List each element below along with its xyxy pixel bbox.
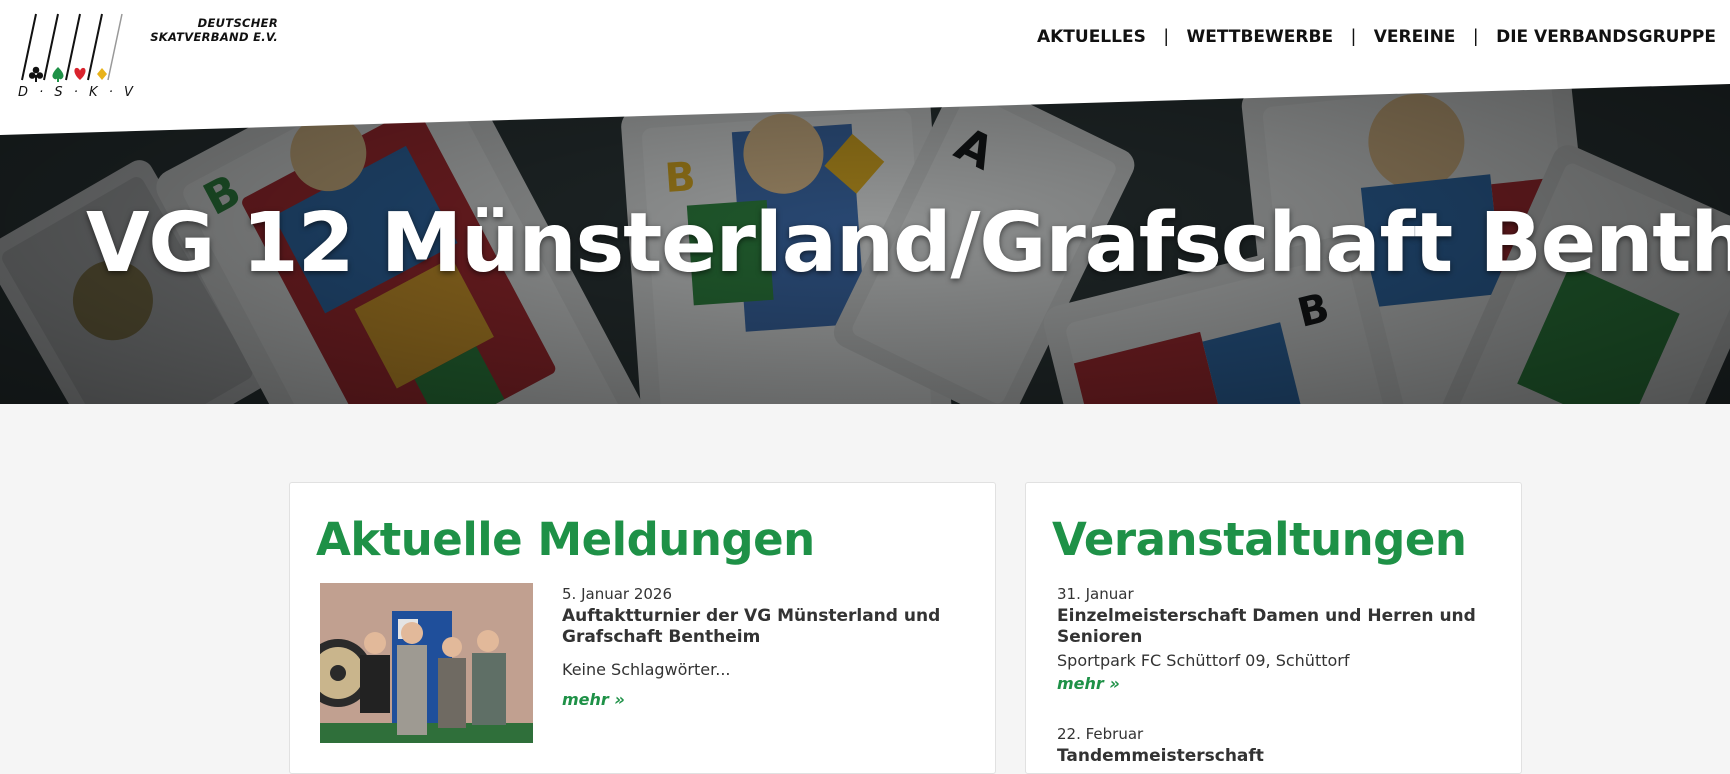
nav-item-aktuelles[interactable]: AKTUELLES	[1037, 27, 1146, 47]
event-date: 22. Februar	[1057, 725, 1144, 743]
news-photo[interactable]	[320, 583, 533, 743]
news-card: Aktuelle Meldungen 5. Januar 2026 Auftak…	[289, 482, 996, 774]
event-item: 22. Februar Tandemmeisterschaft	[1057, 725, 1497, 767]
events-card: Veranstaltungen 31. Januar Einzelmeister…	[1025, 482, 1522, 774]
news-photo-image	[320, 583, 533, 743]
events-heading: Veranstaltungen	[1052, 513, 1467, 566]
nav-separator: |	[1473, 26, 1479, 46]
news-excerpt: Keine Schlagwörter...	[562, 660, 731, 679]
nav-item-wettbewerbe[interactable]: WETTBEWERBE	[1187, 27, 1334, 47]
event-date: 31. Januar	[1057, 585, 1134, 603]
logo-wordmark: DEUTSCHER SKATVERBAND E.V.	[138, 16, 278, 44]
nav-separator: |	[1351, 26, 1356, 46]
nav-item-vereine[interactable]: VEREINE	[1374, 27, 1456, 47]
news-date: 5. Januar 2026	[562, 585, 673, 603]
event-more-link[interactable]: mehr »	[1057, 674, 1120, 693]
main-navigation: AKTUELLES | WETTBEWERBE | VEREINE | DIE …	[1037, 26, 1716, 47]
dskv-logo[interactable]: DEUTSCHER SKATVERBAND E.V. D · S · K · V	[14, 12, 278, 104]
news-more-link[interactable]: mehr »	[562, 690, 625, 709]
event-title[interactable]: Einzelmeisterschaft Damen und Herren und…	[1057, 606, 1497, 648]
news-heading: Aktuelle Meldungen	[316, 513, 815, 566]
event-title[interactable]: Tandemmeisterschaft	[1057, 746, 1497, 767]
logo-initials: D · S · K · V	[18, 85, 137, 100]
news-item: 5. Januar 2026 Auftaktturnier der VG Mün…	[562, 585, 972, 710]
event-item: 31. Januar Einzelmeisterschaft Damen und…	[1057, 585, 1497, 694]
hero-title: VG 12 Münsterland/Grafschaft Bentheim	[86, 196, 1730, 291]
logo-line-2: SKATVERBAND E.V.	[150, 30, 278, 44]
news-title[interactable]: Auftaktturnier der VG Münsterland und Gr…	[562, 606, 972, 648]
nav-item-verbandsgruppe[interactable]: DIE VERBANDSGRUPPE	[1496, 27, 1716, 47]
logo-line-1: DEUTSCHER	[197, 16, 278, 30]
nav-separator: |	[1163, 26, 1169, 46]
event-location: Sportpark FC Schüttorf 09, Schüttorf	[1057, 651, 1350, 670]
